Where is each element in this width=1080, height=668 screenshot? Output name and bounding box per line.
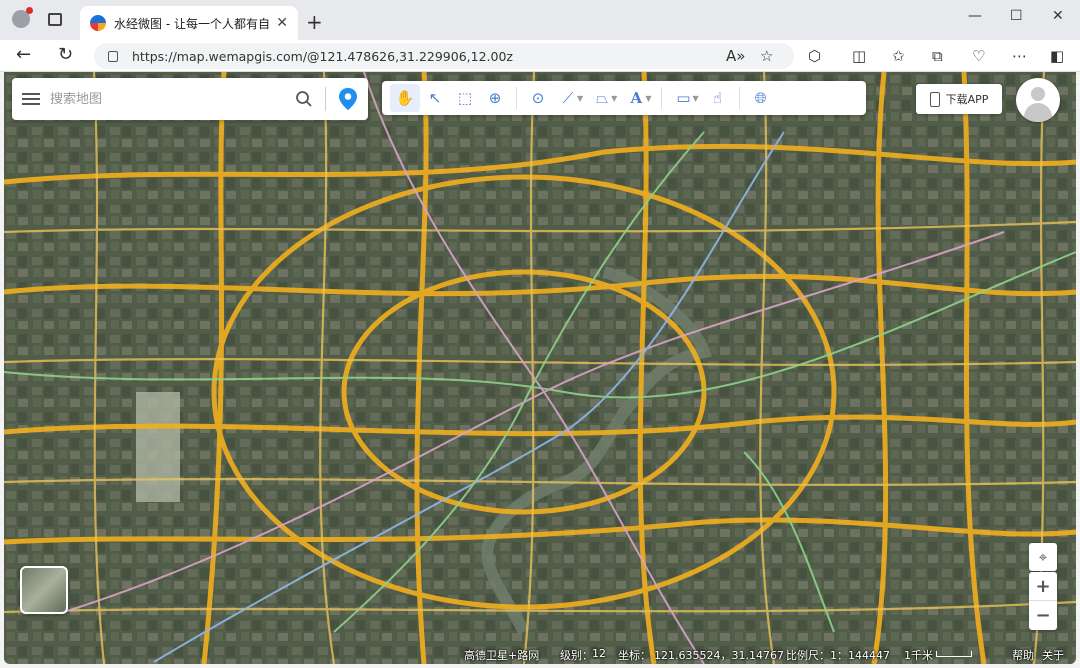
refresh-button[interactable]: ↻ bbox=[58, 44, 73, 65]
text-dropdown-icon[interactable]: ▼ bbox=[645, 94, 651, 103]
layer-name: 高德卫星+路网 bbox=[464, 649, 540, 662]
copilot-icon[interactable]: ◧ bbox=[1050, 47, 1064, 65]
toolbar-divider bbox=[738, 87, 740, 109]
zoom-region-icon[interactable]: ⊕ bbox=[480, 84, 510, 112]
user-avatar[interactable] bbox=[1016, 78, 1060, 122]
scale-bar bbox=[936, 651, 972, 657]
browser-tab-bar: 水经微图 - 让每一个人都有自己的 ✕ + — ☐ ✕ bbox=[0, 0, 1080, 40]
search-icon[interactable] bbox=[295, 90, 313, 108]
browser-essentials-icon[interactable]: ♡ bbox=[972, 47, 985, 65]
help-link[interactable]: 帮助 bbox=[1012, 647, 1034, 663]
map-tools-toolbar: ✋ ↖ ⬚ ⊕ ⊙ ⟋ ▼ ⏢ ▼ A ▼ ▭ ▼ ☝ 🌐︎ bbox=[382, 81, 866, 115]
phone-icon bbox=[929, 91, 940, 107]
download-app-button[interactable]: 下载APP bbox=[916, 84, 1002, 114]
map-status-bar: 高德卫星+路网 级别： 12 坐标： 121.635524，31.14767 比… bbox=[4, 644, 1076, 664]
new-tab-button[interactable]: + bbox=[306, 10, 323, 34]
tab-close-icon[interactable]: ✕ bbox=[276, 15, 288, 31]
level-value: 12 bbox=[592, 647, 606, 660]
pan-hand-icon[interactable]: ✋ bbox=[390, 84, 420, 112]
menu-icon[interactable] bbox=[22, 93, 40, 105]
extensions-icon[interactable]: ⬡ bbox=[808, 47, 821, 65]
scale-bar-label: 1千米 bbox=[904, 649, 933, 662]
coord-value: 121.635524，31.14767 bbox=[654, 649, 784, 662]
map-search-box bbox=[12, 78, 368, 120]
profile-icon[interactable] bbox=[12, 7, 33, 28]
draw-line-dropdown-icon[interactable]: ▼ bbox=[577, 94, 583, 103]
search-input[interactable] bbox=[50, 91, 295, 107]
zoom-control: + − bbox=[1029, 572, 1057, 630]
toolbar-divider bbox=[516, 87, 517, 109]
about-link[interactable]: 关于 bbox=[1042, 647, 1064, 663]
globe-icon[interactable]: 🌐︎ bbox=[746, 84, 776, 112]
draw-polygon-dropdown-icon[interactable]: ▼ bbox=[611, 94, 617, 103]
zoom-in-button[interactable]: + bbox=[1029, 572, 1057, 601]
url-text: https://map.wemapgis.com/@121.478626,31.… bbox=[132, 48, 513, 64]
satellite-map-imagery bbox=[4, 72, 1076, 664]
layer-switcher-button[interactable] bbox=[20, 566, 68, 614]
box-select-icon[interactable]: ⬚ bbox=[450, 84, 480, 112]
url-field[interactable]: https://map.wemapgis.com/@121.478626,31.… bbox=[94, 43, 794, 69]
maximize-button[interactable]: ☐ bbox=[1010, 8, 1023, 24]
favorites-icon[interactable]: ✩ bbox=[892, 47, 905, 65]
level-label: 级别： bbox=[560, 649, 593, 662]
site-favicon-icon bbox=[90, 15, 106, 31]
locate-me-button[interactable]: ⌖ bbox=[1029, 543, 1057, 571]
download-app-label: 下载APP bbox=[945, 93, 989, 106]
tab-actions-icon[interactable] bbox=[48, 13, 62, 26]
scale-value: 1：144447 bbox=[830, 649, 890, 662]
search-divider bbox=[325, 87, 326, 111]
minimize-button[interactable]: — bbox=[968, 8, 982, 24]
more-menu-icon[interactable]: ⋯ bbox=[1012, 47, 1027, 65]
map-canvas[interactable]: ✋ ↖ ⬚ ⊕ ⊙ ⟋▼ ⏢▼ A▼ ▭▼ ☝ 🌐︎ 下载APP ⌖ + − 高… bbox=[4, 72, 1076, 664]
toolbar-divider bbox=[661, 87, 663, 109]
identify-pointer-icon[interactable]: ☝ bbox=[703, 84, 733, 112]
tab-title: 水经微图 - 让每一个人都有自己的 bbox=[114, 16, 270, 31]
address-bar: ← ↻ https://map.wemapgis.com/@121.478626… bbox=[0, 40, 1080, 72]
coord-label: 坐标： bbox=[618, 649, 651, 662]
zoom-out-button[interactable]: − bbox=[1029, 601, 1057, 630]
favorite-star-icon[interactable]: ☆ bbox=[760, 47, 773, 65]
measure-dropdown-icon[interactable]: ▼ bbox=[692, 94, 698, 103]
marker-pin-icon[interactable]: ⊙ bbox=[523, 84, 553, 112]
scale-label: 比例尺： bbox=[786, 649, 830, 662]
location-pin-icon[interactable] bbox=[338, 87, 358, 111]
collections-icon[interactable]: ⧉ bbox=[932, 47, 943, 65]
lock-icon bbox=[108, 50, 118, 62]
split-screen-icon[interactable]: ◫ bbox=[852, 47, 866, 65]
active-tab[interactable]: 水经微图 - 让每一个人都有自己的 ✕ bbox=[80, 6, 298, 40]
crosshair-icon: ⌖ bbox=[1038, 548, 1048, 566]
select-pointer-icon[interactable]: ↖ bbox=[420, 84, 450, 112]
back-button[interactable]: ← bbox=[16, 44, 31, 65]
read-aloud-icon[interactable]: A» bbox=[726, 47, 745, 65]
close-window-button[interactable]: ✕ bbox=[1052, 8, 1064, 24]
